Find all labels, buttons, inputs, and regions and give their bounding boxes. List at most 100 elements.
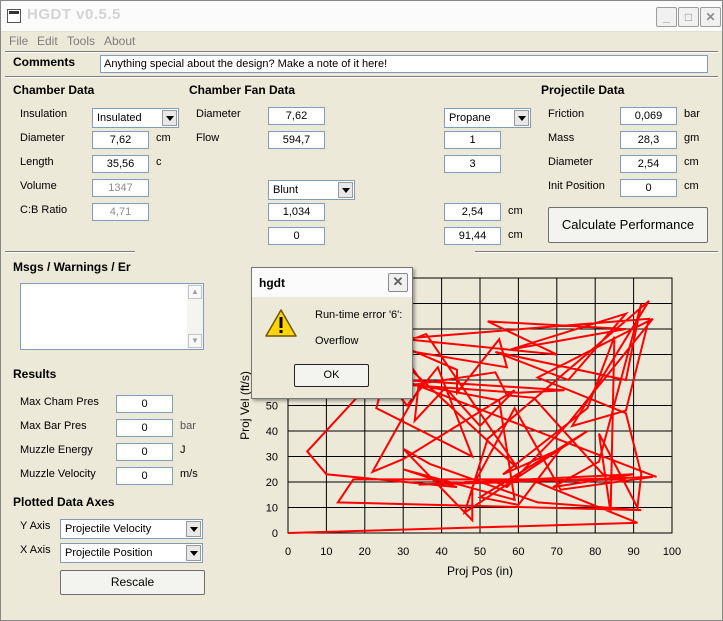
chevron-down-icon[interactable] bbox=[162, 110, 177, 126]
x-axis-select[interactable]: Projectile Position bbox=[60, 543, 203, 563]
max-bar-pres-value: 0 bbox=[116, 419, 173, 437]
comments-input[interactable]: Anything special about the design? Make … bbox=[100, 55, 708, 73]
max-bar-pres-unit: bar bbox=[180, 420, 196, 432]
length-input[interactable]: 35,56 bbox=[92, 155, 149, 173]
close-button[interactable]: ✕ bbox=[700, 7, 721, 27]
x-tick-label: 0 bbox=[285, 546, 291, 558]
projectile-heading: Projectile Data bbox=[541, 83, 625, 97]
y-tick-label: 40 bbox=[266, 426, 278, 438]
menu-file[interactable]: File bbox=[9, 34, 28, 48]
projectile-diameter-unit: cm bbox=[684, 156, 699, 168]
x-tick-label: 90 bbox=[627, 546, 639, 558]
warning-icon bbox=[265, 309, 297, 337]
fuel-unit-4: cm bbox=[508, 229, 523, 241]
msgs-textarea[interactable]: ▲ ▼ bbox=[20, 283, 204, 350]
fuel-unit-3: cm bbox=[508, 205, 523, 217]
x-tick-label: 30 bbox=[397, 546, 409, 558]
chevron-down-icon[interactable] bbox=[186, 521, 201, 537]
divider bbox=[5, 76, 718, 78]
chevron-down-icon[interactable] bbox=[338, 182, 353, 198]
friction-label: Friction bbox=[548, 108, 585, 120]
dialog-ok-button[interactable]: OK bbox=[294, 364, 369, 387]
fuel-value: Propane bbox=[449, 112, 491, 124]
fuel-value-4[interactable]: 91,44 bbox=[444, 227, 501, 245]
msgs-scrollbar[interactable]: ▲ ▼ bbox=[187, 284, 203, 349]
mass-unit: gm bbox=[684, 132, 700, 144]
app-window: HGDT v0.5.5 _ □ ✕ File Edit Tools About … bbox=[0, 0, 723, 621]
max-bar-pres-label: Max Bar Pres bbox=[20, 420, 87, 432]
maximize-button[interactable]: □ bbox=[678, 7, 699, 27]
fuel-value-3[interactable]: 2,54 bbox=[444, 203, 501, 221]
y-tick-label: 20 bbox=[266, 477, 278, 489]
divider bbox=[5, 51, 718, 53]
friction-unit: bar bbox=[684, 108, 700, 120]
msgs-heading: Msgs / Warnings / Er bbox=[13, 260, 131, 274]
menu-bar: File Edit Tools About bbox=[1, 32, 722, 50]
muzzle-velocity-value: 0 bbox=[116, 467, 173, 485]
init-position-input[interactable]: 0 bbox=[620, 179, 677, 197]
y-axis-select[interactable]: Projectile Velocity bbox=[60, 519, 203, 539]
fan-shape-value: Blunt bbox=[273, 184, 299, 196]
x-tick-label: 60 bbox=[512, 546, 524, 558]
fuel-value-1[interactable]: 1 bbox=[444, 131, 501, 149]
dialog-close-button[interactable]: ✕ bbox=[388, 273, 408, 292]
x-tick-label: 40 bbox=[435, 546, 447, 558]
volume-label: Volume bbox=[20, 180, 57, 192]
x-axis-title: Proj Pos (in) bbox=[447, 564, 513, 578]
x-tick-label: 100 bbox=[663, 546, 681, 558]
insulation-label: Insulation bbox=[20, 108, 68, 120]
friction-input[interactable]: 0,069 bbox=[620, 107, 677, 125]
muzzle-velocity-label: Muzzle Velocity bbox=[20, 468, 96, 480]
calculate-performance-button[interactable]: Calculate Performance bbox=[548, 207, 708, 243]
dialog-detail: Overflow bbox=[315, 335, 359, 347]
app-icon bbox=[7, 9, 21, 23]
menu-edit[interactable]: Edit bbox=[37, 34, 58, 48]
dialog-title-bar[interactable]: hgdt ✕ bbox=[252, 268, 412, 297]
chamber-heading: Chamber Data bbox=[13, 83, 95, 97]
muzzle-energy-value: 0 bbox=[116, 443, 173, 461]
fan-value-1[interactable]: 1,034 bbox=[268, 203, 325, 221]
close-icon: ✕ bbox=[705, 10, 716, 24]
insulation-value: Insulated bbox=[97, 112, 142, 124]
chevron-down-icon[interactable] bbox=[186, 545, 201, 561]
scroll-down-icon[interactable]: ▼ bbox=[188, 334, 202, 348]
flow-input[interactable]: 594,7 bbox=[268, 131, 325, 149]
fan-value-2[interactable]: 0 bbox=[268, 227, 325, 245]
chamber-diameter-input[interactable]: 7,62 bbox=[92, 131, 149, 149]
fuel-value-2[interactable]: 3 bbox=[444, 155, 501, 173]
fan-diameter-label: Diameter bbox=[196, 108, 241, 120]
scroll-up-icon[interactable]: ▲ bbox=[188, 285, 202, 299]
length-unit: c bbox=[156, 156, 162, 168]
projectile-diameter-label: Diameter bbox=[548, 156, 593, 168]
y-tick-label: 0 bbox=[272, 528, 278, 540]
chamber-diameter-unit: cm bbox=[156, 132, 171, 144]
max-cham-pres-value: 0 bbox=[116, 395, 173, 413]
menu-about[interactable]: About bbox=[104, 34, 135, 48]
y-tick-label: 50 bbox=[266, 401, 278, 413]
muzzle-energy-unit: J bbox=[180, 444, 186, 456]
plotted-axes-heading: Plotted Data Axes bbox=[13, 495, 115, 509]
mass-input[interactable]: 28,3 bbox=[620, 131, 677, 149]
chevron-down-icon[interactable] bbox=[514, 110, 529, 126]
window-title: HGDT v0.5.5 bbox=[27, 6, 121, 23]
x-tick-label: 10 bbox=[320, 546, 332, 558]
dialog-title: hgdt bbox=[259, 276, 285, 290]
title-bar[interactable]: HGDT v0.5.5 _ □ ✕ bbox=[1, 1, 722, 32]
fan-diameter-input[interactable]: 7,62 bbox=[268, 107, 325, 125]
divider bbox=[475, 251, 718, 253]
init-position-label: Init Position bbox=[548, 180, 605, 192]
rescale-button[interactable]: Rescale bbox=[60, 570, 205, 595]
insulation-select[interactable]: Insulated bbox=[92, 108, 179, 128]
fuel-select[interactable]: Propane bbox=[444, 108, 531, 128]
comments-label: Comments bbox=[13, 55, 76, 69]
cb-ratio-label: C:B Ratio bbox=[20, 204, 68, 216]
fan-heading: Chamber Fan Data bbox=[189, 83, 296, 97]
max-cham-pres-label: Max Cham Pres bbox=[20, 396, 99, 408]
divider bbox=[5, 251, 135, 253]
fan-shape-select[interactable]: Blunt bbox=[268, 180, 355, 200]
x-tick-label: 50 bbox=[474, 546, 486, 558]
length-label: Length bbox=[20, 156, 54, 168]
minimize-button[interactable]: _ bbox=[656, 7, 677, 27]
projectile-diameter-input[interactable]: 2,54 bbox=[620, 155, 677, 173]
menu-tools[interactable]: Tools bbox=[67, 34, 95, 48]
